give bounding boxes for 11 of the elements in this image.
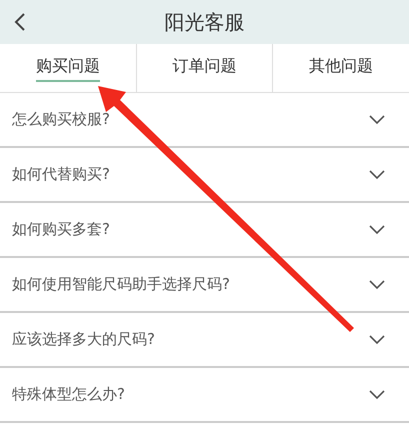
question-item[interactable]: 怎么购买校服?: [12, 110, 110, 129]
question-item[interactable]: 应该选择多大的尺码?: [12, 330, 155, 349]
tab[interactable]: 订单问题: [172, 54, 236, 82]
question-item[interactable]: 特殊体型怎么办?: [12, 385, 125, 404]
question-item[interactable]: 如何使用智能尺码助手选择尺码?: [12, 275, 230, 294]
tab[interactable]: 其他问题: [309, 54, 374, 82]
question-item[interactable]: 如何代替购买?: [12, 165, 110, 184]
back-icon[interactable]: [14, 12, 26, 32]
question-item[interactable]: 如何购买多套?: [12, 220, 110, 239]
tab[interactable]: 购买问题: [36, 54, 100, 82]
page-title: 阳光客服: [164, 8, 244, 36]
